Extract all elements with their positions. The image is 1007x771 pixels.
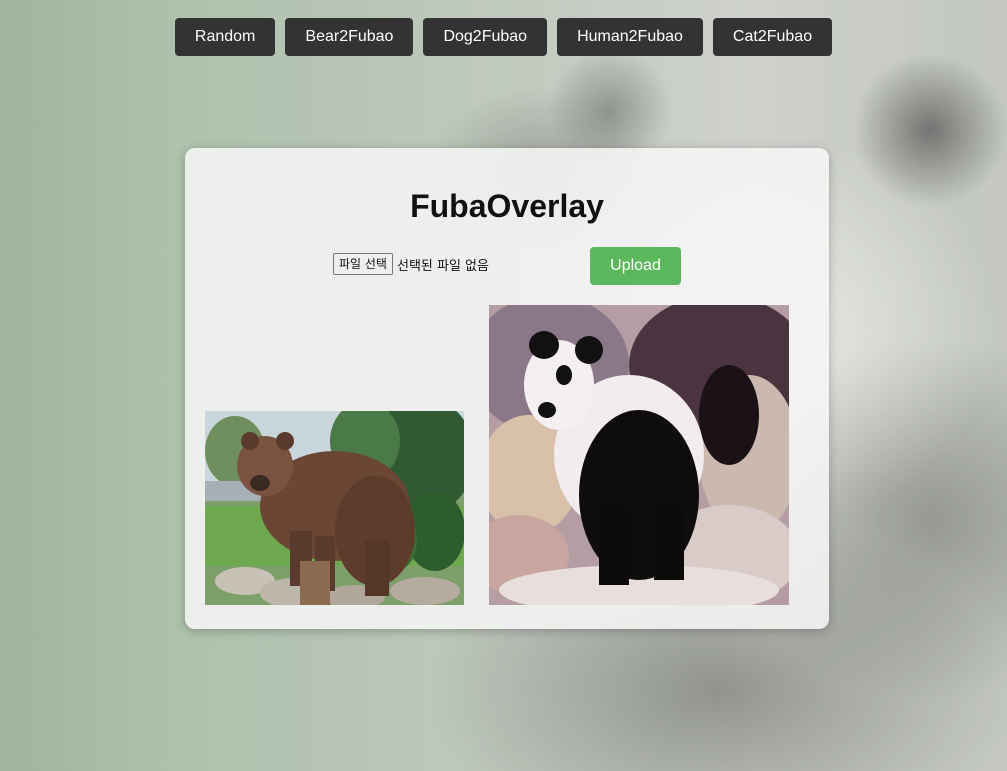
file-input[interactable]: 파일 선택 선택된 파일 없음 [333, 253, 489, 275]
random-button[interactable]: Random [174, 18, 276, 56]
top-nav: Random Bear2Fubao Dog2Fubao Human2Fubao Cat2… [0, 18, 1007, 56]
page-title: FubaOverlay [410, 188, 604, 224]
overlay-card: FubaOverlay 파일 선택 선택된 파일 없음 Upload [185, 148, 829, 629]
brown-bear-photo-icon [205, 411, 464, 605]
panda-overlay-photo-icon [489, 305, 789, 605]
output-panda-image [489, 305, 789, 605]
bear2fubao-button[interactable]: Bear2Fubao [285, 18, 414, 56]
human2fubao-button[interactable]: Human2Fubao [557, 18, 703, 56]
file-status-text: 선택된 파일 없음 [396, 258, 489, 274]
cat2fubao-button[interactable]: Cat2Fubao [712, 18, 833, 56]
input-bear-image [205, 411, 464, 605]
upload-button[interactable]: Upload [590, 247, 681, 285]
choose-file-button[interactable]: 파일 선택 [333, 253, 393, 275]
dog2fubao-button[interactable]: Dog2Fubao [423, 18, 548, 56]
